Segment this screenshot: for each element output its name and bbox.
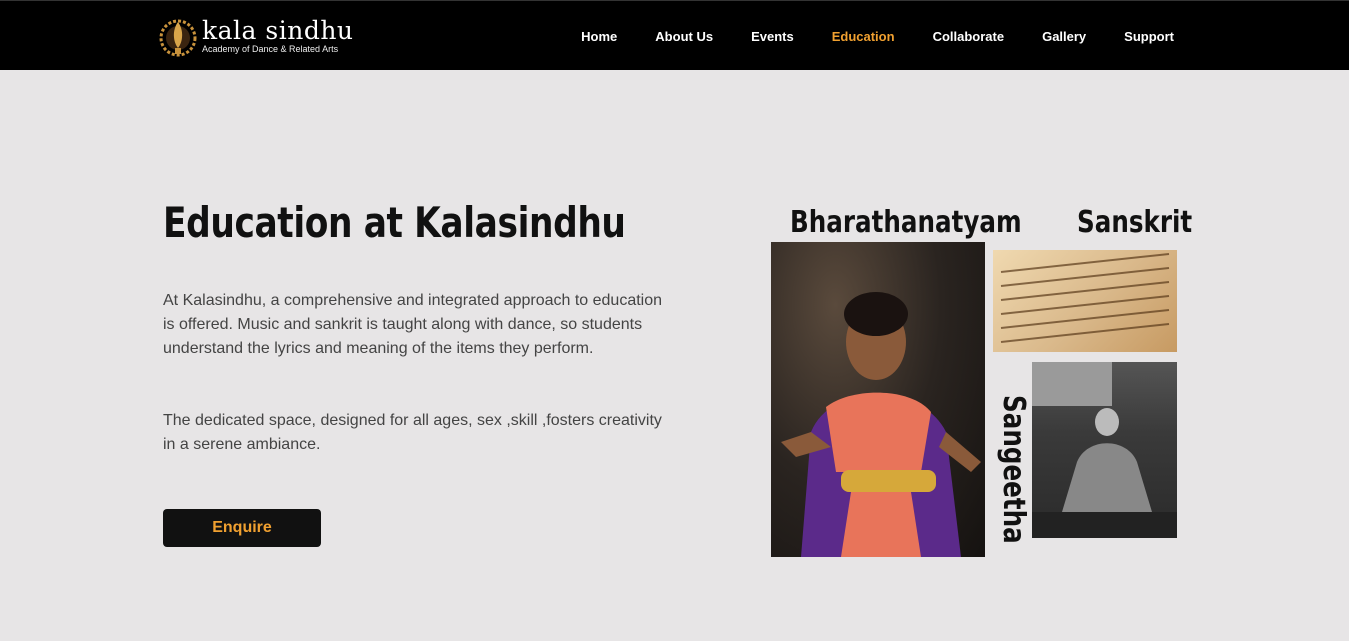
intro-paragraph: At Kalasindhu, a comprehensive and integ… <box>163 292 663 357</box>
brand-name: kala sindhu <box>202 16 354 45</box>
nav-events[interactable]: Events <box>751 29 794 44</box>
space-paragraph: The dedicated space, designed for all ag… <box>163 412 662 453</box>
nav-education[interactable]: Education <box>832 29 895 44</box>
bharathanatyam-label: Bharathanatyam <box>790 205 1022 240</box>
brand-tagline: Academy of Dance & Related Arts <box>202 44 339 54</box>
lamp-emblem-icon <box>158 14 198 58</box>
enquire-button[interactable]: Enquire <box>163 509 321 547</box>
sangeetha-label: Sangeetha <box>996 395 1031 544</box>
nav-gallery[interactable]: Gallery <box>1042 29 1086 44</box>
page-title: Education at Kalasindhu <box>163 198 626 247</box>
nav-support[interactable]: Support <box>1124 29 1174 44</box>
brand-logo[interactable]: kala sindhu Academy of Dance & Related A… <box>158 14 354 58</box>
main-nav: Home About Us Events Education Collabora… <box>543 1 1174 71</box>
singer-photo <box>1032 362 1177 538</box>
top-navbar: kala sindhu Academy of Dance & Related A… <box>0 0 1349 70</box>
nav-home[interactable]: Home <box>581 29 617 44</box>
nav-collaborate[interactable]: Collaborate <box>933 29 1005 44</box>
sanskrit-text-photo <box>993 250 1177 352</box>
dancer-photo <box>771 242 985 557</box>
nav-about-us[interactable]: About Us <box>655 29 713 44</box>
sanskrit-label: Sanskrit <box>1077 205 1193 240</box>
